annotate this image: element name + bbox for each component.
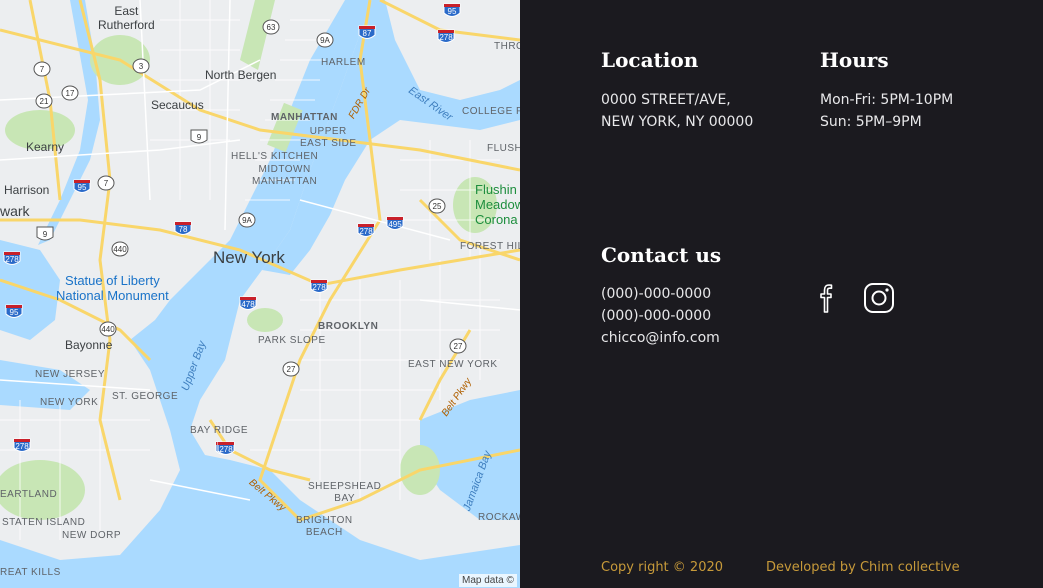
- route-shield-label: 95: [10, 308, 19, 317]
- route-shield: 27: [282, 361, 300, 377]
- route-shield: 440: [99, 321, 117, 337]
- contact-phone-2[interactable]: (000)-000-0000: [601, 305, 720, 327]
- route-shield: 25: [428, 198, 446, 214]
- facebook-icon: [817, 282, 835, 318]
- route-shield: 21: [35, 93, 53, 109]
- route-shield-label: 3: [139, 62, 144, 71]
- location-address: 0000 STREET/AVE, NEW YORK, NY 00000: [601, 89, 753, 133]
- route-shield: 17: [61, 85, 79, 101]
- route-shield: 278: [13, 438, 31, 452]
- contact-phone-1[interactable]: (000)-000-0000: [601, 283, 720, 305]
- route-shield: 9: [190, 129, 208, 144]
- route-shield-label: 63: [267, 23, 276, 32]
- location-heading: Location: [601, 48, 699, 72]
- instagram-icon: [863, 282, 895, 318]
- route-shield-label: 440: [113, 245, 127, 254]
- route-shield-label: 278: [219, 445, 233, 454]
- route-shield-label: 278: [5, 255, 19, 264]
- route-shield-label: 87: [363, 29, 372, 38]
- route-shield-label: 495: [388, 220, 402, 229]
- map-embed[interactable]: East Rutherford North Bergen Secaucus Ke…: [0, 0, 520, 588]
- route-shield-label: 440: [101, 325, 115, 334]
- route-shield-label: 9A: [242, 216, 252, 225]
- route-shield-label: 17: [66, 89, 75, 98]
- route-shield: 9A: [238, 212, 256, 228]
- contact-heading: Contact us: [601, 243, 722, 267]
- route-shield: 440: [111, 241, 129, 257]
- hours-heading: Hours: [820, 48, 889, 72]
- route-shield: 78: [174, 221, 192, 235]
- route-shield-label: 478: [241, 300, 255, 309]
- route-shield-label: 25: [433, 202, 442, 211]
- route-shield-label: 21: [40, 97, 49, 106]
- route-shield: 7: [97, 175, 115, 191]
- instagram-link[interactable]: [863, 282, 895, 318]
- route-shield: 278: [3, 251, 21, 265]
- route-shield-label: 9: [43, 230, 48, 239]
- route-shield: 9: [36, 226, 54, 241]
- route-shield: 95: [5, 304, 23, 318]
- route-shield: 3: [132, 58, 150, 74]
- route-shield-label: 27: [287, 365, 296, 374]
- hours-sunday: Sun: 5PM–9PM: [820, 114, 922, 130]
- route-shield: 87: [358, 25, 376, 39]
- hours-list: Mon-Fri: 5PM-10PM Sun: 5PM–9PM: [820, 89, 953, 133]
- route-shield-label: 278: [439, 33, 453, 42]
- route-shield: 478: [239, 296, 257, 310]
- route-shield: 278: [217, 441, 235, 455]
- address-line-2: NEW YORK, NY 00000: [601, 114, 754, 130]
- address-line-1: 0000 STREET/AVE,: [601, 92, 731, 108]
- hours-weekday: Mon-Fri: 5PM-10PM: [820, 92, 954, 108]
- route-shield-label: 7: [40, 65, 45, 74]
- route-shield-label: 278: [15, 442, 29, 451]
- route-shield-label: 95: [448, 7, 457, 16]
- route-shield: 278: [357, 223, 375, 237]
- route-shield-label: 78: [179, 225, 188, 234]
- contact-list: (000)-000-0000 (000)-000-0000 chicco@inf…: [601, 283, 720, 349]
- route-shields: 63 9A 3 7 21 17 9 95 7 440 9 78 9A 440 95 278 478 278 27 25…: [3, 3, 467, 455]
- route-shield-label: 95: [78, 183, 87, 192]
- facebook-link[interactable]: [810, 284, 842, 316]
- route-shield: 95: [443, 3, 461, 17]
- route-shield-label: 278: [359, 227, 373, 236]
- developer-credit[interactable]: Developed by Chim collective: [766, 560, 960, 575]
- route-shield-label: 9: [197, 133, 202, 142]
- route-shield-label: 27: [454, 342, 463, 351]
- route-shield: 9A: [316, 32, 334, 48]
- route-shield: 495: [386, 216, 404, 230]
- route-shield: 278: [310, 279, 328, 293]
- route-shield: 63: [262, 19, 280, 35]
- copyright-text: Copy right © 2020: [601, 560, 724, 575]
- route-shield: 95: [73, 179, 91, 193]
- route-shield: 7: [33, 61, 51, 77]
- route-shield-label: 9A: [320, 36, 330, 45]
- route-shield: 27: [449, 338, 467, 354]
- route-shield-label: 7: [104, 179, 109, 188]
- info-panel: Location 0000 STREET/AVE, NEW YORK, NY 0…: [520, 0, 1043, 588]
- contact-email[interactable]: chicco@info.com: [601, 327, 720, 349]
- route-shield-label: 278: [312, 283, 326, 292]
- route-shield: 278: [437, 29, 455, 43]
